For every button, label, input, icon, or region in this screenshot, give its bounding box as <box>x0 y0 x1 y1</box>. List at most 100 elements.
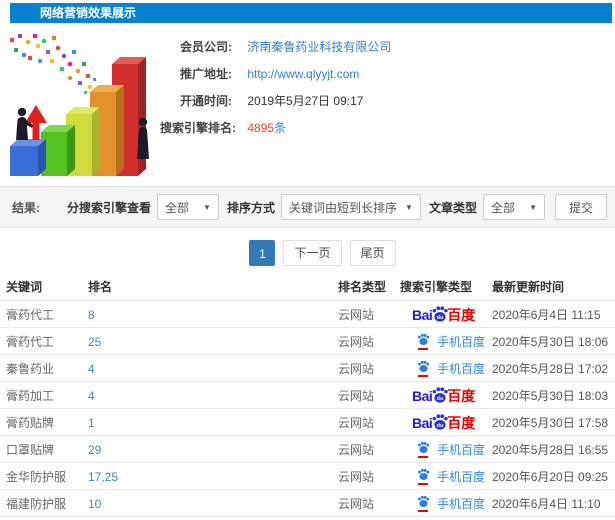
table-row: 口罩贴牌 29 云网站 Bai du 百度 <box>0 435 615 462</box>
mobile-baidu-underline <box>418 456 428 458</box>
page-number-current[interactable]: 1 <box>249 240 276 266</box>
mobile-baidu-underline <box>418 375 428 377</box>
page: 网络营销效果展示 会员公司: 济南秦鲁药业科技有限公司 推广地址: http:/… <box>0 0 615 520</box>
svg-text:du: du <box>437 423 444 429</box>
keyword-cell: 膏药代工 <box>6 308 55 322</box>
updated-time-cell: 2020年5月30日 17:58 <box>492 416 609 430</box>
keyword-cell: 膏药代工 <box>6 335 55 349</box>
updated-time-cell: 2020年5月28日 16:55 <box>492 443 609 457</box>
mobile-baidu-paw-icon <box>418 495 430 508</box>
baidu-logo: Bai du 百度 <box>412 305 476 323</box>
table-row: 福建防护服 10 云网站 Bai du 百度 <box>0 489 615 516</box>
engine-cell: Bai du 百度 <box>400 382 492 409</box>
mobile-baidu-logo: 手机百度 <box>416 360 485 377</box>
mobile-baidu-paw-icon <box>418 468 430 481</box>
svg-text:du: du <box>437 315 444 321</box>
table-row: 金华防护服 17,25 云网站 Bai du 百度 <box>0 462 615 489</box>
rank-link[interactable]: 10 <box>88 497 338 511</box>
mobile-baidu-logo: 手机百度 <box>416 468 485 485</box>
updated-time-cell: 2020年5月28日 17:02 <box>492 362 609 376</box>
chevron-down-icon: ▼ <box>529 202 537 212</box>
engine-cell: Bai du 百度 <box>400 409 492 436</box>
rank-link[interactable]: 1 <box>88 416 338 430</box>
rank-count-label: 搜索引擎排名: <box>160 121 236 135</box>
bar-green <box>41 125 75 176</box>
updated-time-cell: 2020年6月20日 09:25 <box>492 470 609 484</box>
keyword-rank-table: 关键词 排名 排名类型 搜索引擎类型 最新更新时间 膏药代工 8 云网站 Bai… <box>0 272 615 517</box>
rank-count-unit: 条 <box>274 121 287 135</box>
keyword-cell: 金华防护服 <box>6 470 67 484</box>
col-header-engine-type: 搜索引擎类型 <box>400 279 473 294</box>
businessman-left <box>16 107 33 140</box>
table-row: 膏药代工 8 云网站 Bai du 百度 2020年6月4日 11:15 <box>0 300 615 327</box>
engine-select[interactable]: 全部 ▼ <box>156 194 219 220</box>
updated-time-cell: 2020年6月4日 11:15 <box>492 308 601 322</box>
result-label: 结果: <box>12 200 40 215</box>
bar-chart-illustration <box>9 34 149 176</box>
rank-type-cell: 云网站 <box>338 335 375 349</box>
open-time-value: 2019年5月27日 09:17 <box>247 94 364 108</box>
keyword-cell: 口罩贴牌 <box>6 443 55 457</box>
next-page-button[interactable]: 下一页 <box>283 240 342 266</box>
mobile-baidu-logo: 手机百度 <box>416 495 485 512</box>
col-header-updated: 最新更新时间 <box>492 279 565 294</box>
submit-button[interactable]: 提交 <box>554 194 607 220</box>
table-row: 膏药加工 4 云网站 Bai du 百度 2020年5月30日 18:03 <box>0 381 615 408</box>
mobile-baidu-paw-icon <box>418 360 430 373</box>
rank-link[interactable]: 29 <box>88 443 338 457</box>
rank-type-cell: 云网站 <box>338 497 375 511</box>
mobile-baidu-underline <box>418 510 428 512</box>
mobile-baidu-paw-icon <box>418 333 430 346</box>
engine-cell: Bai du 百度 <box>400 436 492 463</box>
company-label: 会员公司: <box>180 40 232 54</box>
article-type-select-value: 全部 <box>490 200 515 215</box>
rank-count-row: 搜索引擎排名: 4895条 <box>160 115 610 142</box>
table-row: 膏药贴牌 1 云网站 Bai du 百度 2020年5月30日 17:58 <box>0 408 615 435</box>
page-title: 网络营销效果展示 <box>10 3 612 23</box>
mobile-baidu-paw-icon <box>418 441 430 454</box>
chevron-down-icon: ▼ <box>203 202 211 212</box>
col-header-keyword: 关键词 <box>6 279 43 294</box>
engine-cell: Bai du 百度 <box>400 355 492 382</box>
article-type-select[interactable]: 全部 ▼ <box>482 194 545 220</box>
rank-type-cell: 云网站 <box>338 416 375 430</box>
rank-link[interactable]: 25 <box>88 335 338 349</box>
url-row: 推广地址: http://www.qlyyjt.com <box>160 61 610 88</box>
rank-link[interactable]: 17,25 <box>88 470 338 484</box>
engine-select-value: 全部 <box>164 200 189 215</box>
mobile-baidu-underline <box>418 348 428 350</box>
table-header-row: 关键词 排名 排名类型 搜索引擎类型 最新更新时间 <box>0 272 615 300</box>
rank-type-cell: 云网站 <box>338 308 375 322</box>
rank-link[interactable]: 4 <box>88 362 338 376</box>
keyword-cell: 福建防护服 <box>6 497 67 511</box>
sort-select-value: 关键词由短到长排序 <box>288 200 397 215</box>
rank-count-value: 4895 <box>247 121 275 135</box>
col-header-rank: 排名 <box>88 279 113 294</box>
engine-cell: Bai du 百度 <box>400 328 492 355</box>
keyword-cell: 膏药加工 <box>6 389 55 403</box>
sort-select[interactable]: 关键词由短到长排序 ▼ <box>280 194 421 220</box>
rank-link[interactable]: 8 <box>88 308 338 322</box>
keyword-cell: 膏药贴牌 <box>6 416 55 430</box>
engine-cell: Bai du 百度 <box>400 463 492 490</box>
last-page-button[interactable]: 尾页 <box>349 240 396 266</box>
col-header-rank-type: 排名类型 <box>338 279 387 294</box>
rank-link[interactable]: 4 <box>88 389 338 403</box>
engine-cell: Bai du 百度 <box>400 490 492 517</box>
table-body: 膏药代工 8 云网站 Bai du 百度 2020年6月4日 11:15 膏药代… <box>0 300 615 516</box>
rank-type-cell: 云网站 <box>338 470 375 484</box>
table-row: 秦鲁药业 4 云网站 Bai du 百度 <box>0 354 615 381</box>
article-type-label: 文章类型 <box>428 200 477 215</box>
promotion-url-link[interactable]: http://www.qlyyjt.com <box>247 67 359 81</box>
baidu-logo: Bai du 百度 <box>412 386 476 404</box>
sort-filter-label: 排序方式 <box>226 200 275 215</box>
mobile-baidu-underline <box>418 483 428 485</box>
engine-filter-label: 分搜索引擎查看 <box>66 200 151 215</box>
rank-type-cell: 云网站 <box>338 362 375 376</box>
company-link[interactable]: 济南秦鲁药业科技有限公司 <box>247 40 391 54</box>
rank-type-cell: 云网站 <box>338 443 375 457</box>
pagination: 1 下一页 尾页 <box>0 240 615 266</box>
rank-type-cell: 云网站 <box>338 389 375 403</box>
chevron-down-icon: ▼ <box>405 202 413 212</box>
updated-time-cell: 2020年5月30日 18:06 <box>492 335 609 349</box>
